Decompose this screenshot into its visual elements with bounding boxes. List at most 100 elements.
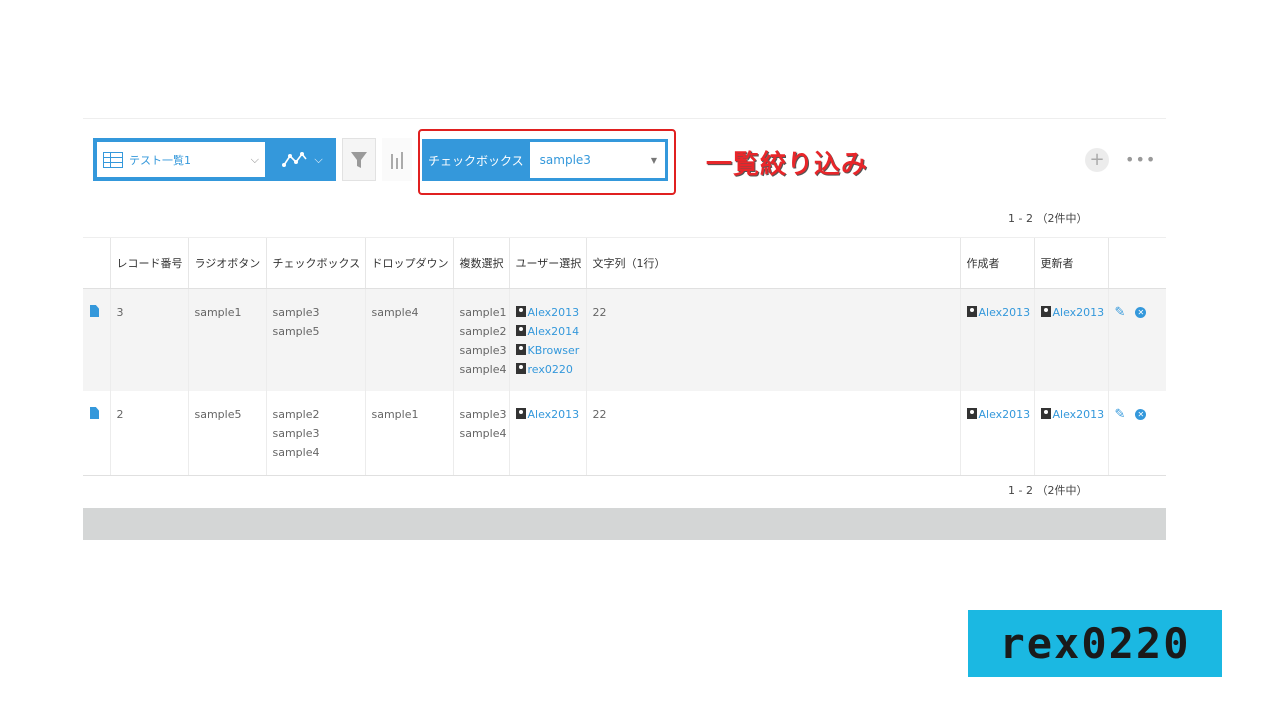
user-link[interactable]: Alex2013 <box>1040 405 1104 424</box>
user-icon <box>515 306 526 317</box>
checkbox-value: sample4 <box>272 446 320 459</box>
user-select-values: Alex2013 Alex2014 KBrowser rex0220 <box>508 288 586 391</box>
user-name: Alex2013 <box>978 306 1031 319</box>
delete-icon[interactable]: ✕ <box>1135 409 1147 420</box>
user-name: Alex2013 <box>527 408 580 421</box>
pagination-top: 1 - 2 （2件中） <box>1008 212 1088 225</box>
updater: Alex2013 <box>1033 288 1108 391</box>
column-header[interactable]: ユーザー選択 <box>508 237 586 289</box>
column-header[interactable]: チェックボックス <box>265 237 365 289</box>
graph-menu-button[interactable]: ⌵ <box>269 138 336 181</box>
chevron-down-icon: ⌵ <box>314 152 323 166</box>
column-header[interactable]: 作成者 <box>959 237 1034 289</box>
checkbox-value: sample5 <box>272 325 320 338</box>
updater: Alex2013 <box>1033 391 1108 476</box>
user-icon <box>515 325 526 336</box>
user-icon <box>1040 306 1051 317</box>
checkbox-values: sample3 sample5 <box>265 288 365 391</box>
multi-select-value: sample4 <box>459 363 507 376</box>
column-header <box>83 237 110 289</box>
filter-value-select[interactable]: sample3 ▼ <box>529 142 665 178</box>
multi-select-value: sample3 <box>459 408 507 421</box>
annotation-text: 一覧絞り込み <box>706 150 869 180</box>
user-link[interactable]: KBrowser <box>515 341 580 360</box>
column-header[interactable]: ラジオボタン <box>187 237 266 289</box>
multi-select-values: sample1 sample2 sample3 sample4 <box>452 288 509 391</box>
table-header-row: レコード番号 ラジオボタン チェックボックス ドロップダウン 複数選択 ユーザー… <box>83 237 1166 289</box>
row-actions: ✎ ✕ <box>1107 391 1166 476</box>
checkbox-value: sample2 <box>272 408 320 421</box>
user-link[interactable]: Alex2013 <box>1040 303 1105 322</box>
brand-badge: rex0220 <box>968 610 1222 677</box>
record-table: レコード番号 ラジオボタン チェックボックス ドロップダウン 複数選択 ユーザー… <box>83 237 1166 476</box>
column-header[interactable]: レコード番号 <box>109 237 188 289</box>
creator: Alex2013 <box>959 288 1034 391</box>
user-name: Alex2013 <box>527 306 580 319</box>
column-header[interactable]: 複数選択 <box>452 237 509 289</box>
user-link[interactable]: rex0220 <box>515 360 580 379</box>
caret-down-icon: ▼ <box>650 155 657 165</box>
user-name: Alex2014 <box>527 325 580 338</box>
column-header[interactable]: 更新者 <box>1033 237 1108 289</box>
filter-value: sample3 <box>539 153 591 167</box>
multi-select-value: sample2 <box>459 325 507 338</box>
user-icon <box>966 306 977 317</box>
user-icon <box>966 408 977 419</box>
record-number: 2 <box>109 391 188 476</box>
user-link[interactable]: Alex2014 <box>515 322 580 341</box>
checkbox-values: sample2 sample3 sample4 <box>265 391 365 476</box>
user-icon <box>515 363 526 374</box>
toolbar-divider <box>83 118 1166 119</box>
quick-filter: チェックボックス sample3 ▼ <box>422 139 668 181</box>
column-header[interactable]: 文字列（1行） <box>585 237 960 289</box>
row-actions: ✎ ✕ <box>1107 288 1166 391</box>
column-header[interactable]: ドロップダウン <box>364 237 453 289</box>
edit-icon[interactable]: ✎ <box>1115 303 1126 322</box>
plus-icon: + <box>1089 149 1105 170</box>
document-icon[interactable] <box>90 407 99 419</box>
user-name: KBrowser <box>527 344 580 357</box>
user-icon <box>515 408 526 419</box>
checkbox-value: sample3 <box>272 427 320 440</box>
user-select-values: Alex2013 <box>508 391 586 476</box>
text-value: 22 <box>585 288 960 391</box>
user-name: Alex2013 <box>978 408 1031 421</box>
record-number: 3 <box>109 288 188 391</box>
checkbox-value: sample3 <box>272 306 320 319</box>
table-row: 2 sample5 sample2 sample3 sample4 sample… <box>83 391 1166 476</box>
edit-icon[interactable]: ✎ <box>1115 405 1126 424</box>
filter-icon <box>351 151 367 168</box>
dropdown-value: sample1 <box>364 391 453 476</box>
bar-chart-icon <box>391 151 403 169</box>
filter-field-label: チェックボックス <box>428 153 524 168</box>
multi-select-value: sample4 <box>459 427 507 440</box>
user-link[interactable]: Alex2013 <box>966 303 1031 322</box>
brand-text: rex0220 <box>999 619 1191 668</box>
user-link[interactable]: Alex2013 <box>966 405 1031 424</box>
multi-select-value: sample3 <box>459 344 507 357</box>
user-link[interactable]: Alex2013 <box>515 405 580 424</box>
user-link[interactable]: Alex2013 <box>515 303 580 322</box>
radio-value: sample5 <box>187 391 266 476</box>
text-value: 22 <box>585 391 960 476</box>
user-name: Alex2013 <box>1052 306 1105 319</box>
table-icon <box>103 151 123 168</box>
user-name: rex0220 <box>527 363 573 376</box>
user-icon <box>1040 408 1051 419</box>
radio-value: sample1 <box>187 288 266 391</box>
view-name: テスト一覧1 <box>129 153 191 167</box>
user-icon <box>515 344 526 355</box>
view-selector[interactable]: テスト一覧1 ⌵ <box>93 138 269 181</box>
filter-button[interactable] <box>342 138 376 181</box>
multi-select-value: sample1 <box>459 306 507 319</box>
dropdown-value: sample4 <box>364 288 453 391</box>
document-icon[interactable] <box>90 305 99 317</box>
more-icon[interactable]: ••• <box>1125 150 1156 169</box>
add-record-button[interactable]: + <box>1085 148 1109 172</box>
column-header <box>1107 237 1166 289</box>
chevron-down-icon: ⌵ <box>250 152 259 166</box>
delete-icon[interactable]: ✕ <box>1135 307 1147 318</box>
table-row: 3 sample1 sample3 sample5 sample4 sample… <box>83 288 1166 391</box>
creator: Alex2013 <box>959 391 1034 476</box>
graph-button[interactable] <box>382 138 412 181</box>
